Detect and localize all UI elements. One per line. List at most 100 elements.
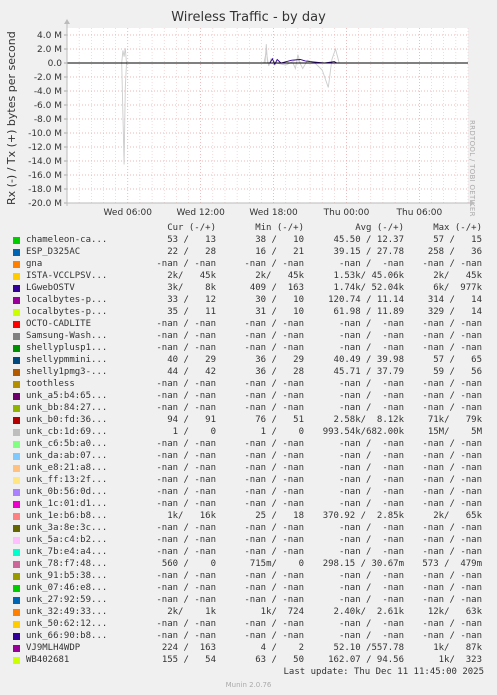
legend-max: -nan / -nan [422,583,482,593]
legend-max: 314 / 14 [427,295,482,305]
legend-swatch [13,656,20,664]
legend-min: -nan / -nan [244,403,304,413]
legend-min: -nan / -nan [244,391,304,401]
legend-max: 258 / 36 [427,247,482,257]
legend-max: -nan / -nan [422,571,482,581]
header-max: Max (-/+) [433,223,482,233]
legend-name: unk_7b:e4:a4... [26,547,108,557]
legend-name: unk_e8:21:a8... [26,463,108,473]
legend-max: -nan / -nan [422,403,482,413]
legend-row: shellypmmini... 40 / 29 36 / 29 40.49 / 39.… [12,354,492,366]
legend-row: OCTO-CADLITE -nan / -nan -nan / -nan -nan /… [12,318,492,330]
legend-min: -nan / -nan [244,523,304,533]
legend-cur: -nan / -nan [156,391,216,401]
legend-min: -nan / -nan [244,631,304,641]
legend-avg: -nan / -nan [338,631,404,641]
header-cur: Cur (-/+) [167,223,216,233]
legend-swatch [13,296,20,304]
legend-cur: 94 / 91 [167,415,216,425]
x-tick-label: Thu 06:00 [396,208,443,218]
legend-min: -nan / -nan [244,259,304,269]
legend-min: 63 / 50 [255,655,304,665]
legend-row: unk_0b:56:0d... -nan / -nan -nan / -nan -na… [12,486,492,498]
legend-swatch [13,536,20,544]
legend-swatch [13,284,20,292]
legend-name: unk_1c:01:d1... [26,499,108,509]
legend-row: unk_bb:84:27... -nan / -nan -nan / -nan -na… [12,402,492,414]
legend-avg: 45.50 / 12.37 [333,235,404,245]
legend-row: localbytes-p... 35 / 11 31 / 10 61.98 / 11.… [12,306,492,318]
legend-row: ISTA-VCCLPSV... 2k/ 45k 2k/ 45k 1.53k/ 45.0… [12,270,492,282]
legend-cur: 2k/ 1k [167,607,216,617]
legend-cur: 155 / 54 [161,655,216,665]
legend-swatch [13,500,20,508]
legend-cur: -nan / -nan [156,475,216,485]
legend-swatch [13,524,20,532]
y-tick-label: -8.0 M [34,115,62,125]
legend-row: chameleon-ca... 53 / 13 38 / 10 45.50 / 12.… [12,234,492,246]
legend-cur: -nan / -nan [156,439,216,449]
legend-name: VJ9MLH4WDP [26,643,81,653]
legend-min: -nan / -nan [244,343,304,353]
header-min: Min (-/+) [255,223,304,233]
legend-name: WB402681 [26,655,70,665]
legend-avg: -nan / -nan [338,343,404,353]
x-tick-label: Wed 18:00 [249,208,298,218]
legend-swatch [13,320,20,328]
legend-name: shellypmmini... [26,355,108,365]
legend-min: 36 / 29 [255,355,304,365]
legend-max: -nan / -nan [422,259,482,269]
legend-max: -nan / -nan [422,379,482,389]
legend-row: WB402681 155 / 54 63 / 50 162.07 / 94.56 1k/… [12,654,492,666]
legend-row: ESP_D325AC 22 / 28 16 / 21 39.15 / 27.78 258… [12,246,492,258]
legend-min: 1 / 0 [260,427,304,437]
legend-max: -nan / -nan [422,475,482,485]
legend-name: unk_5a:c4:b2... [26,535,108,545]
legend-avg: 370.92 / 2.85k [322,511,404,521]
legend-swatch [13,644,20,652]
legend-swatch [13,512,20,520]
legend-avg: -nan / -nan [338,463,404,473]
legend-min: 4 / 2 [260,643,304,653]
legend-max: -nan / -nan [422,595,482,605]
legend-max: 6k/ 977k [433,283,482,293]
x-axis-arrow [470,200,475,206]
y-tick-label: -12.0 M [28,143,62,153]
legend-cur: -nan / -nan [156,403,216,413]
legend-avg: -nan / -nan [338,547,404,557]
legend-name: LGwebOSTV [26,283,75,293]
legend-row: localbytes-p... 33 / 12 30 / 10 120.74 / 11… [12,294,492,306]
legend-min: -nan / -nan [244,595,304,605]
legend-swatch [13,272,20,280]
legend-min: -nan / -nan [244,379,304,389]
legend-swatch [13,344,20,352]
legend-cur: 22 / 28 [167,247,216,257]
legend-swatch [13,404,20,412]
y-tick-label: -18.0 M [28,185,62,195]
legend-min: -nan / -nan [244,535,304,545]
legend-min: -nan / -nan [244,583,304,593]
legend-avg: 162.07 / 94.56 [328,655,404,665]
legend-row: unk_91:b5:38... -nan / -nan -nan / -nan -na… [12,570,492,582]
legend-max: 71k/ 79k [427,415,482,425]
munin-version: Munin 2.0.76 [225,681,272,689]
legend-max: -nan / -nan [422,343,482,353]
y-tick-label: -16.0 M [28,171,62,181]
legend-cur: -nan / -nan [156,259,216,269]
legend-cur: -nan / -nan [156,571,216,581]
legend-row: unk_07:46:e8... -nan / -nan -nan / -nan -na… [12,582,492,594]
legend-name: unk_91:b5:38... [26,571,108,581]
legend-name: unk_07:46:e8... [26,583,108,593]
legend-cur: 224 / 163 [161,643,216,653]
legend-row: unk_3a:8e:3c... -nan / -nan -nan / -nan -na… [12,522,492,534]
legend-cur: 560 / 0 [161,559,216,569]
legend-row: VJ9MLH4WDP 224 / 163 4 / 2 52.10 /557.78 1k/… [12,642,492,654]
legend-swatch [13,356,20,364]
legend-name: gna [26,259,43,269]
legend-name: unk_cb:1d:69... [26,427,108,437]
legend-swatch [13,452,20,460]
plot-area [67,28,468,203]
legend-min: -nan / -nan [244,463,304,473]
legend-row: unk_5a:c4:b2... -nan / -nan -nan / -nan -na… [12,534,492,546]
y-axis-arrow [64,19,70,24]
